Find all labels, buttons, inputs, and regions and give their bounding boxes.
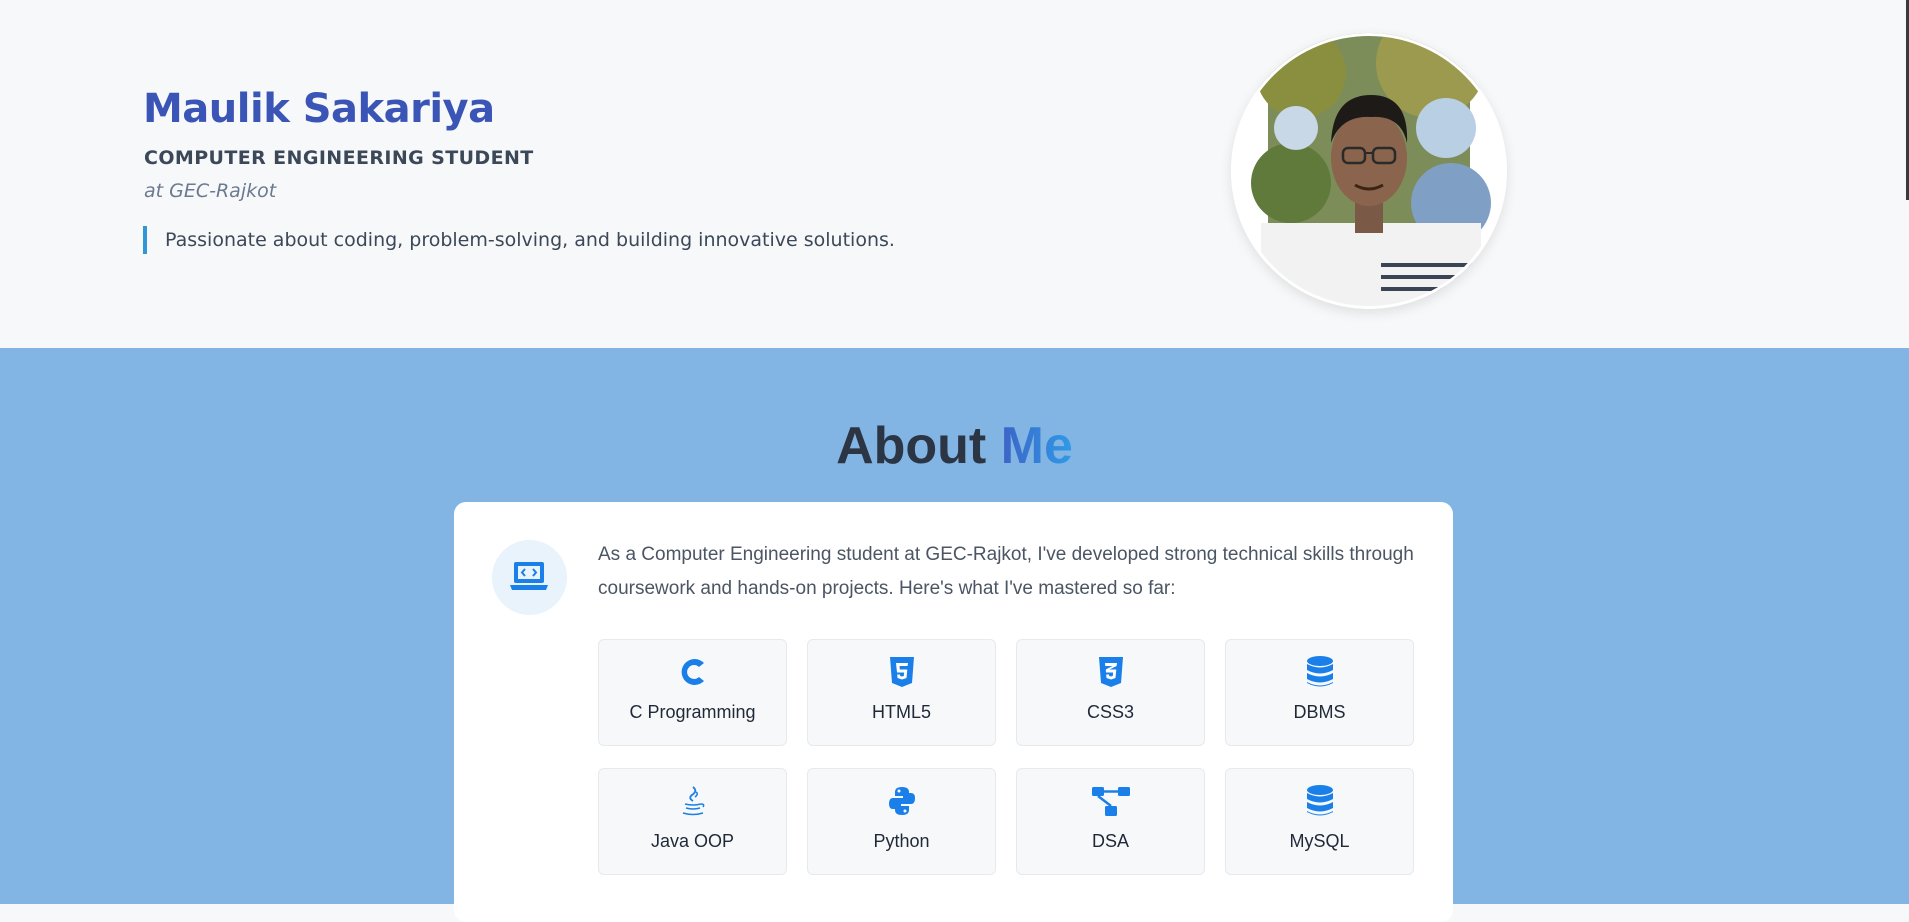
hero-section — [0, 0, 1909, 348]
profile-school: at GEC-Rajkot — [144, 180, 277, 202]
profile-name: Maulik Sakariya — [143, 86, 495, 132]
profile-tagline: Passionate about coding, problem-solving… — [143, 226, 895, 254]
database-icon — [1226, 785, 1413, 817]
java-icon — [599, 785, 786, 817]
skill-label: CSS3 — [1086, 702, 1135, 722]
about-heading: About Me — [0, 416, 1909, 476]
about-intro: As a Computer Engineering student at GEC… — [598, 544, 1414, 599]
python-icon — [808, 785, 995, 817]
skill-card: DBMS — [1225, 639, 1414, 746]
skill-card: Python — [807, 768, 996, 875]
skill-label: Python — [873, 831, 930, 851]
profile-photo — [1231, 33, 1507, 309]
database-icon — [1226, 656, 1413, 688]
profile-role: COMPUTER ENGINEERING STUDENT — [144, 147, 534, 169]
about-heading-accent: Me — [1000, 417, 1073, 475]
skill-card: CSS3 — [1016, 639, 1205, 746]
skill-label: DBMS — [1293, 702, 1346, 722]
skill-card: DSA — [1016, 768, 1205, 875]
sitemap-icon — [1017, 785, 1204, 817]
skill-label: Java OOP — [650, 831, 735, 851]
css3-icon — [1017, 656, 1204, 688]
skill-card: MySQL — [1225, 768, 1414, 875]
skill-label: HTML5 — [871, 702, 931, 722]
skill-card: HTML5 — [807, 639, 996, 746]
skill-card: C Programming — [598, 639, 787, 746]
c-language-icon — [599, 656, 786, 688]
html5-icon — [808, 656, 995, 688]
about-heading-main: About — [836, 417, 1001, 475]
skill-card: Java OOP — [598, 768, 787, 875]
skill-label: DSA — [1091, 831, 1129, 851]
laptop-code-icon — [492, 540, 567, 615]
skill-label: MySQL — [1289, 831, 1350, 851]
skill-label: C Programming — [629, 702, 756, 722]
